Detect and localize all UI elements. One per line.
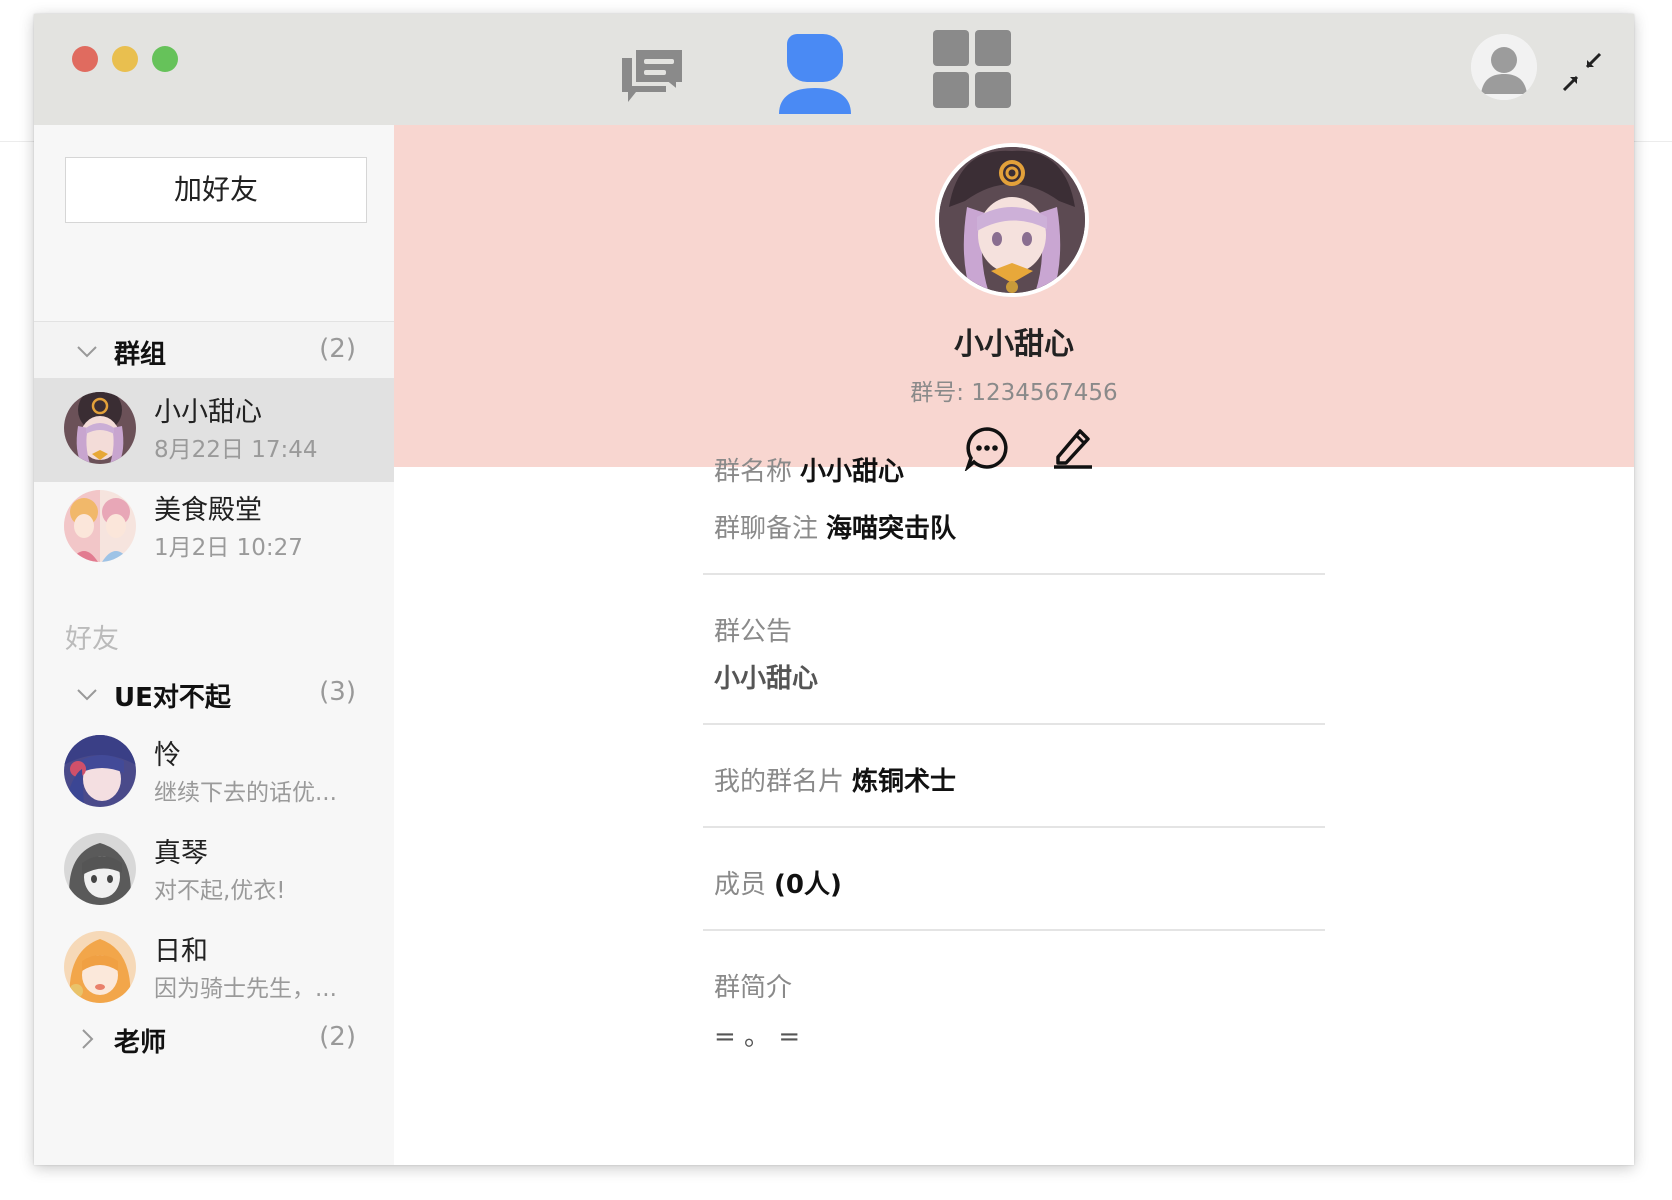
friend-name: 真琴 [154, 838, 208, 869]
group-time: 8月22日 17:44 [154, 437, 318, 463]
group-avatar [64, 392, 136, 464]
minimize-window-button[interactable] [112, 46, 138, 72]
group-name-row: 群名称 小小甜心 [714, 451, 904, 488]
friend-group-title: 老师 [114, 1028, 167, 1058]
collapse-arrows-icon[interactable] [1560, 50, 1604, 94]
friend-last-message: 对不起,优衣! [154, 878, 286, 904]
friend-group-header[interactable]: 老师 (2) [34, 1010, 394, 1066]
friend-avatar [64, 931, 136, 1003]
friend-item[interactable]: 真琴 对不起,优衣! [34, 819, 394, 923]
edit-pencil-icon[interactable] [1050, 423, 1096, 469]
divider [703, 573, 1325, 575]
group-item[interactable]: 美食殿堂 1月2日 10:27 [34, 476, 394, 580]
user-avatar[interactable] [1471, 34, 1537, 100]
groups-section-header[interactable]: 群组 (2) [34, 321, 394, 378]
announcement-value: 小小甜心 [714, 664, 819, 694]
groups-section-title: 群组 [114, 340, 167, 370]
remark-row[interactable]: 群聊备注 海喵突击队 [714, 508, 956, 545]
divider [703, 723, 1325, 725]
friend-group-header[interactable]: UE对不起 (3) [34, 665, 394, 721]
group-avatar [64, 490, 136, 562]
divider [703, 929, 1325, 931]
groups-section-count: (2) [319, 334, 356, 364]
members-label: 成员 [714, 870, 767, 900]
friend-name: 日和 [154, 936, 208, 967]
intro-row[interactable]: 群简介 [714, 967, 792, 1004]
chevron-down-icon [77, 346, 97, 358]
friend-item[interactable]: 日和 因为骑士先生，... [34, 917, 394, 1021]
profile-avatar [935, 143, 1089, 297]
chat-bubbles-icon[interactable] [618, 40, 688, 110]
chevron-down-icon [77, 689, 97, 701]
friend-item[interactable]: 怜 继续下去的话优... [34, 721, 394, 825]
friend-group-title: UE对不起 [114, 683, 231, 713]
friend-avatar [64, 735, 136, 807]
divider [703, 826, 1325, 828]
sidebar: 加好友 群组 (2) 小小甜心 8月22日 17:44 美食殿堂 1月2日 10… [34, 125, 394, 1165]
intro-label: 群简介 [714, 973, 793, 1003]
zoom-window-button[interactable] [152, 46, 178, 72]
friend-last-message: 继续下去的话优... [154, 780, 337, 806]
message-icon[interactable] [964, 425, 1010, 471]
members-row[interactable]: 成员 (0人) [714, 864, 842, 901]
close-window-button[interactable] [72, 46, 98, 72]
friend-name: 怜 [154, 740, 181, 771]
profile-name: 小小甜心 [954, 327, 1074, 362]
app-window: 加好友 群组 (2) 小小甜心 8月22日 17:44 美食殿堂 1月2日 10… [34, 14, 1634, 1165]
friend-avatar [64, 833, 136, 905]
add-friend-button[interactable]: 加好友 [65, 157, 367, 223]
friend-group-count: (3) [319, 677, 356, 707]
remark-value: 海喵突击队 [826, 514, 957, 544]
my-card-row[interactable]: 我的群名片 炼铜术士 [714, 761, 956, 798]
profile-group-id: 群号: 1234567456 [910, 380, 1118, 406]
announcement-row[interactable]: 群公告 [714, 611, 792, 648]
group-name: 美食殿堂 [154, 495, 262, 526]
friend-group-count: (2) [319, 1022, 356, 1052]
remark-label: 群聊备注 [714, 514, 819, 544]
members-value: (0人) [774, 870, 842, 900]
intro-value: = 。 = [714, 1022, 801, 1052]
announcement-label: 群公告 [714, 617, 793, 647]
my-card-value: 炼铜术士 [852, 767, 957, 797]
group-time: 1月2日 10:27 [154, 535, 303, 561]
friends-section-label: 好友 [65, 624, 119, 655]
chevron-right-icon [82, 1029, 94, 1049]
my-card-label: 我的群名片 [714, 767, 845, 797]
title-bar [34, 14, 1634, 125]
group-name-value: 小小甜心 [800, 457, 905, 487]
apps-grid-icon[interactable] [933, 30, 1011, 108]
profile-header: 小小甜心 群号: 1234567456 [394, 125, 1634, 471]
group-item[interactable]: 小小甜心 8月22日 17:44 [34, 378, 394, 482]
group-name-label: 群名称 [714, 457, 793, 487]
group-name: 小小甜心 [154, 397, 262, 428]
friend-last-message: 因为骑士先生，... [154, 976, 337, 1002]
contacts-person-icon[interactable] [777, 28, 853, 120]
